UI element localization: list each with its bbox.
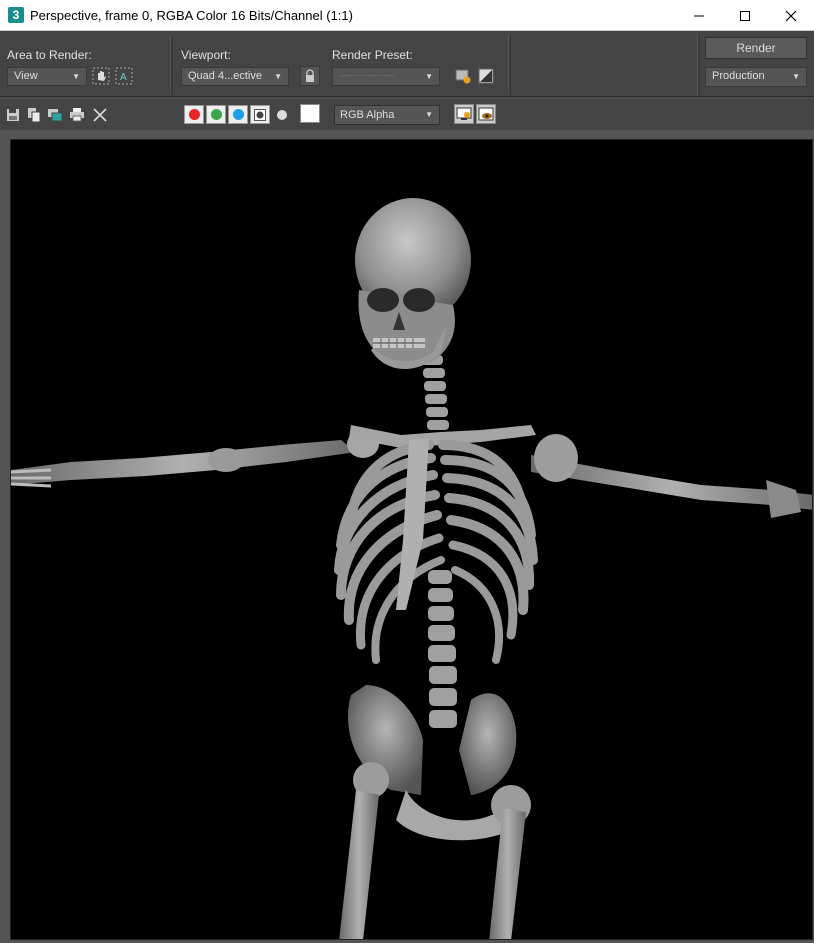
render-preset-dropdown[interactable]: ------------------------ ▼: [332, 67, 440, 86]
render-setup-button[interactable]: [453, 66, 473, 86]
viewport-dropdown[interactable]: Quad 4...ective ▼: [181, 67, 289, 86]
title-bar: 3 Perspective, frame 0, RGBA Color 16 Bi…: [0, 0, 814, 31]
monochrome-toggle[interactable]: [273, 106, 291, 124]
render-mode-value: Production: [712, 70, 765, 82]
separator: [508, 35, 511, 95]
skull: [355, 198, 471, 370]
channel-display-dropdown[interactable]: RGB Alpha ▼: [334, 105, 440, 125]
area-to-render-dropdown[interactable]: View ▼: [7, 67, 87, 86]
red-dot-icon: [188, 109, 200, 120]
green-channel-toggle[interactable]: [206, 105, 226, 124]
maximize-button[interactable]: [722, 0, 768, 31]
close-icon: [785, 10, 797, 21]
monitor-icon: [456, 107, 472, 120]
clone-window-button[interactable]: [25, 106, 43, 124]
save-image-button[interactable]: [4, 106, 22, 124]
chevron-down-icon: ▼: [792, 72, 800, 81]
maximize-icon: [740, 10, 750, 21]
area-to-render-value: View: [14, 70, 38, 82]
edit-region-button[interactable]: [91, 66, 111, 86]
lock-viewport-button[interactable]: [300, 66, 320, 86]
display-overlay-button[interactable]: [454, 104, 474, 124]
hand-region-icon: [92, 67, 110, 85]
left-arm: [11, 430, 379, 488]
save-icon: [7, 109, 19, 121]
rendered-image[interactable]: [10, 139, 813, 940]
lock-icon: [306, 69, 314, 82]
chevron-down-icon: ▼: [425, 110, 433, 119]
chevron-down-icon: ▼: [425, 72, 433, 81]
separator: [697, 35, 700, 95]
skeleton-render: [11, 198, 812, 939]
clone-icon: [28, 108, 41, 123]
channel-display-value: RGB Alpha: [340, 109, 395, 121]
render-preset-label: Render Preset:: [332, 48, 413, 62]
minimize-icon: [694, 15, 704, 16]
viewport-value: Quad 4...ective: [188, 70, 262, 82]
panel-eye-icon: [478, 107, 494, 121]
blue-channel-toggle[interactable]: [228, 105, 248, 124]
printer-icon: [70, 108, 84, 122]
render-button[interactable]: Render: [705, 37, 807, 59]
render-preset-value: ------------------------: [339, 73, 395, 80]
clear-image-button[interactable]: [91, 106, 109, 124]
copy-image-icon: [48, 109, 63, 122]
color-swatch[interactable]: [300, 104, 320, 123]
chevron-down-icon: ▼: [72, 72, 80, 81]
green-dot-icon: [210, 109, 222, 120]
environment-effects-button[interactable]: [476, 66, 496, 86]
app-icon: 3: [8, 7, 24, 23]
close-button[interactable]: [768, 0, 814, 31]
exposure-icon: [478, 68, 494, 84]
left-femur: [339, 790, 379, 939]
svg-text:A: A: [120, 72, 127, 83]
alpha-icon: [254, 108, 266, 121]
copy-image-button[interactable]: [46, 106, 64, 124]
alpha-channel-toggle[interactable]: [250, 105, 270, 124]
separator: [170, 35, 173, 95]
area-to-render-label: Area to Render:: [7, 48, 92, 62]
toggle-ui-button[interactable]: [476, 104, 496, 124]
window-controls: [676, 0, 814, 31]
print-image-button[interactable]: [68, 106, 86, 124]
clear-x-icon: [93, 108, 107, 122]
blue-dot-icon: [232, 109, 244, 120]
auto-region-button[interactable]: A: [114, 66, 134, 86]
render-mode-dropdown[interactable]: Production ▼: [705, 67, 807, 87]
right-arm: [531, 434, 812, 518]
chevron-down-icon: ▼: [274, 72, 282, 81]
window-title: Perspective, frame 0, RGBA Color 16 Bits…: [30, 7, 353, 23]
mono-dot-icon: [277, 110, 287, 120]
image-toolbar: RGB Alpha ▼: [0, 98, 814, 130]
minimize-button[interactable]: [676, 0, 722, 31]
auto-region-icon: A: [115, 67, 133, 85]
red-channel-toggle[interactable]: [184, 105, 204, 124]
viewport-label: Viewport:: [181, 48, 231, 62]
render-setup-icon: [455, 69, 471, 84]
render-frame: [0, 130, 814, 943]
render-controls: Area to Render: View ▼ A Viewport: Quad …: [0, 31, 814, 97]
